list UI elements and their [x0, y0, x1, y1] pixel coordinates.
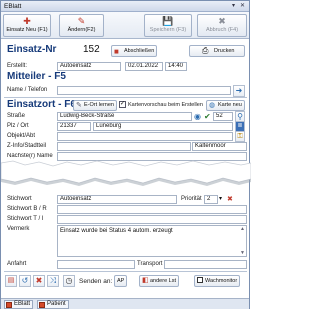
object-input[interactable]: [57, 132, 233, 141]
created-by-field[interactable]: Autoeinsatz: [57, 62, 121, 71]
change-label: Ändern(F2): [67, 27, 96, 33]
eblatt-tab-icon: [6, 302, 12, 308]
tab-eblatt[interactable]: EBlatt: [4, 300, 34, 309]
clock-icon[interactable]: ◷: [63, 275, 75, 287]
transport-label: Transport: [137, 261, 163, 267]
priority-label: Priorität: [181, 196, 202, 202]
stichwort-input[interactable]: Autoeinsatz: [57, 195, 177, 204]
other-station-icon: ◧: [142, 277, 149, 284]
printer-icon: ⎙: [202, 46, 209, 55]
arrow-icon[interactable]: ➜: [233, 85, 245, 97]
edit-icon: ✎: [76, 102, 82, 109]
z-info-input[interactable]: [57, 142, 191, 151]
save-label: Speichern (F3): [149, 27, 187, 33]
cancel-icon: ✖: [218, 16, 226, 26]
globe-icon: ◍: [209, 102, 216, 109]
arrows-icon[interactable]: ⤨: [47, 275, 59, 287]
toolbar: ✚ Einsatz Neu (F1) ✎ Ändern(F2) 💾 Speich…: [1, 12, 249, 39]
new-einsatz-button[interactable]: ✚ Einsatz Neu (F1): [3, 14, 51, 37]
transport-input[interactable]: [164, 260, 247, 269]
einsatzort-title: Einsatzort - F6: [7, 99, 76, 110]
delete-icon[interactable]: ✖: [33, 275, 45, 287]
vermerk-textarea[interactable]: Einsatz wurde bei Status 4 autom. erzeug…: [57, 225, 247, 257]
scroll-up-icon[interactable]: ▲: [240, 226, 245, 232]
send-wach-button[interactable]: Wachmonitor: [194, 275, 241, 287]
tab-patient-label: Patient: [47, 301, 66, 307]
print-button[interactable]: ⎙ Drucken: [189, 45, 245, 57]
send-other-button[interactable]: ◧ andere Lst: [139, 275, 179, 287]
vermerk-text: Einsatz wurde bei Status 4 autom. erzeug…: [60, 228, 173, 234]
stichwort-ti-input[interactable]: [57, 215, 247, 224]
save-icon: 💾: [162, 16, 174, 26]
map-preview-label: Kartenvorschau beim Erstellen: [128, 102, 203, 108]
stichwort-br-input[interactable]: [57, 205, 247, 214]
e-ort-learn-button[interactable]: ✎ E-Ort lernen: [73, 100, 117, 111]
monitor-icon: [197, 277, 203, 283]
torn-gap: [1, 160, 251, 186]
car-icon: ■: [114, 47, 119, 56]
scroll-down-icon[interactable]: ▼: [240, 250, 245, 256]
stichwort-br-label: Stichwort B / R: [7, 206, 47, 212]
stichwort-label: Stichwort: [7, 196, 32, 202]
map-new-label: Karte neu: [218, 102, 242, 108]
cancel-button[interactable]: ✖ Abbruch (F4): [197, 14, 247, 37]
priority-input[interactable]: 2: [204, 195, 218, 204]
object-label: Objekt/Abt: [7, 133, 36, 139]
change-button[interactable]: ✎ Ändern(F2): [59, 14, 104, 37]
window-menu-icon[interactable]: ▾: [232, 1, 235, 12]
close-icon[interactable]: ✕: [240, 1, 245, 12]
einsatz-number: 152: [83, 44, 100, 55]
patient-tab-icon: [39, 302, 45, 308]
name-phone-label: Name / Telefon: [7, 87, 48, 93]
send-other-label: andere Lst: [150, 278, 176, 284]
city-input[interactable]: Lüneburg: [93, 122, 233, 131]
new-einsatz-label: Einsatz Neu (F1): [6, 27, 48, 33]
eblatt-window: EBlatt ▾ ✕ ✚ Einsatz Neu (F1) ✎ Ändern(F…: [0, 0, 251, 309]
vermerk-label: Vermerk: [7, 226, 30, 232]
created-date-field[interactable]: 02.01.2022: [125, 62, 163, 71]
plz-ort-label: Plz / Ort: [7, 123, 29, 129]
cancel-label: Abbruch (F4): [205, 27, 239, 33]
name-phone-input[interactable]: [57, 86, 231, 95]
divider: [4, 271, 247, 272]
close-einsatz-button[interactable]: ■ Abschließen: [111, 45, 158, 57]
send-wach-label: Wachmonitor: [205, 278, 238, 284]
priority-dropdown-icon[interactable]: ▾: [219, 195, 226, 204]
street-input[interactable]: Ludwig-Beck-Straße: [57, 112, 192, 121]
new-icon: ✚: [23, 16, 31, 26]
z-info-label: Z-Info/Stadtteil: [7, 143, 47, 149]
tab-eblatt-label: EBlatt: [14, 301, 31, 307]
document-icon[interactable]: ▤: [5, 275, 17, 287]
created-label: Erstellt:: [7, 63, 28, 69]
window-title: EBlatt: [4, 3, 22, 10]
street-label: Straße: [7, 113, 26, 119]
stadtteil-field[interactable]: Kaltenmoor: [192, 142, 247, 151]
created-time-field[interactable]: 14:40: [165, 62, 187, 71]
anfahrt-label: Anfahrt: [7, 261, 27, 267]
mitteiler-title: Mitteiler - F5: [7, 71, 66, 82]
einsatz-nr-title: Einsatz-Nr: [7, 44, 57, 55]
e-ort-learn-label: E-Ort lernen: [84, 102, 114, 108]
close-einsatz-label: Abschließen: [124, 48, 155, 54]
map-preview-checkbox[interactable]: ✓: [119, 101, 126, 108]
anfahrt-input[interactable]: [57, 260, 135, 269]
check-icon[interactable]: ✔: [204, 112, 212, 121]
plz-input[interactable]: 21337: [57, 122, 91, 131]
search-icon[interactable]: ◉: [194, 112, 202, 121]
undo-icon[interactable]: ↺: [19, 275, 31, 287]
tab-bar: EBlatt Patient: [1, 298, 249, 309]
send-ap-button[interactable]: AP: [114, 275, 128, 287]
print-label: Drucken: [214, 48, 235, 54]
house-number-input[interactable]: 52: [213, 112, 233, 121]
window-titlebar: EBlatt ▾ ✕: [1, 1, 249, 12]
send-to-label: Senden an:: [79, 278, 113, 285]
divider: [4, 97, 247, 98]
stichwort-ti-label: Stichwort T / I: [7, 216, 44, 222]
tab-patient[interactable]: Patient: [37, 300, 69, 309]
priority-clear-icon[interactable]: ✖: [227, 195, 234, 204]
save-button[interactable]: 💾 Speichern (F3): [144, 14, 192, 37]
key-icon[interactable]: ⚿: [235, 131, 245, 142]
map-new-button[interactable]: ◍ Karte neu: [206, 100, 245, 111]
edit-icon: ✎: [77, 16, 86, 26]
